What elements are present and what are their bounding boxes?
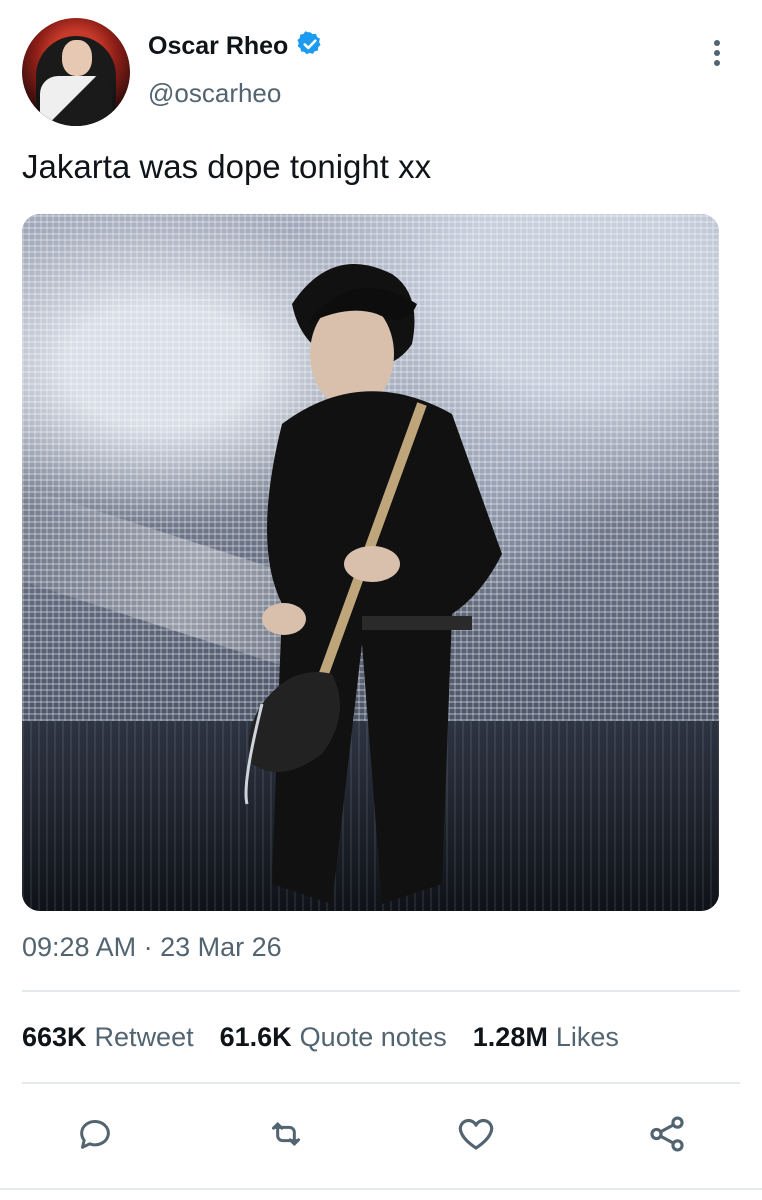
avatar-shirt [40,76,112,126]
author-name-row: Oscar Rheo [148,30,324,63]
author-name[interactable]: Oscar Rheo [148,32,288,61]
reply-icon[interactable] [71,1110,119,1158]
quote-stat[interactable]: 61.6K Quote notes [220,1022,447,1053]
likes-stat[interactable]: 1.28M Likes [473,1022,619,1053]
author-handle[interactable]: @oscarheo [148,78,281,109]
share-icon[interactable] [643,1110,691,1158]
action-bar [0,1110,762,1160]
guitarist-figure [244,264,502,905]
tweet-media-photo[interactable] [22,214,719,911]
author-avatar[interactable] [22,18,130,126]
bottom-divider [0,1188,762,1190]
engagement-stats: 663K Retweet 61.6K Quote notes 1.28M Likes [22,1022,619,1053]
verified-badge-icon [296,30,324,63]
like-icon[interactable] [452,1110,500,1158]
tweet-timestamp[interactable]: 09:28 AM · 23 Mar 26 [22,932,282,963]
retweet-stat[interactable]: 663K Retweet [22,1022,194,1053]
tweet-text: Jakarta was dope tonight xx [22,148,432,185]
divider-bottom [22,1082,740,1084]
retweet-icon[interactable] [262,1110,310,1158]
avatar-face [62,40,92,76]
more-options-icon[interactable] [700,36,734,70]
divider-top [22,990,740,992]
